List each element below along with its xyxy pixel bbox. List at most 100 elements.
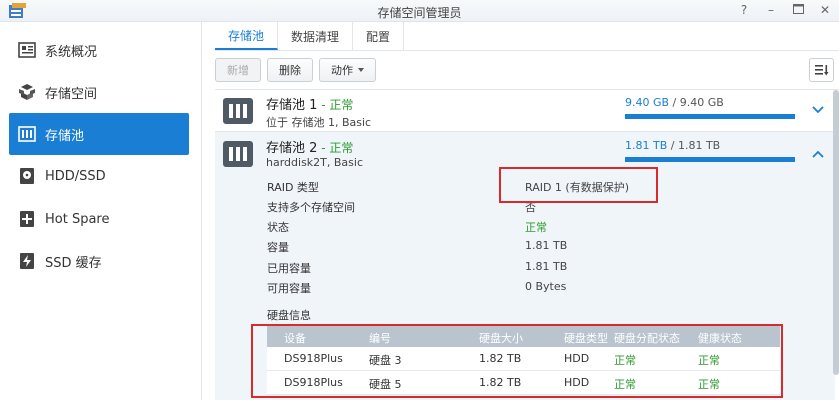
pool-capacity: 1.81 TB / 1.81 TB [625, 139, 720, 152]
prop-value-capacity: 1.81 TB [525, 239, 568, 252]
disk-table-header: 设备 编号 硬盘大小 硬盘类型 硬盘分配状态 健康状态 [267, 326, 780, 347]
pool-name: 存储池 2 [266, 141, 318, 156]
sidebar: 系统概况 存储空间 存储池 HDD/SSD Hot Spare SSD 缓存 [0, 22, 202, 400]
sidebar-item-hdd-ssd[interactable]: HDD/SSD [9, 155, 189, 197]
maximize-button[interactable] [791, 3, 805, 17]
action-label: 动作 [331, 64, 353, 77]
pool-status: 正常 [329, 98, 354, 112]
cell-health: 正常 [698, 354, 720, 367]
sidebar-item-label: 存储池 [45, 128, 85, 144]
pool-name: 存储池 1 [266, 98, 318, 113]
sidebar-item-label: Hot Spare [45, 211, 110, 227]
pool-used: 1.81 TB [625, 139, 668, 152]
col-header-device: 设备 [284, 332, 306, 345]
pool-separator: - [317, 141, 330, 155]
pool-total: 9.40 GB [679, 96, 724, 109]
pool-title: 存储池 1 - 正常 [266, 94, 353, 113]
hot-spare-icon [17, 209, 37, 229]
title-bar: 存储空间管理员 ? – ✕ [0, 0, 839, 22]
prop-value-used-capacity: 1.81 TB [525, 260, 568, 273]
sidebar-item-label: SSD 缓存 [45, 255, 102, 271]
col-header-health: 健康状态 [698, 332, 742, 345]
maximize-icon [792, 4, 804, 14]
cell-number: 硬盘 5 [369, 378, 402, 391]
cell-allocation: 正常 [614, 354, 636, 367]
pool-row-2[interactable]: 存储池 2 - 正常 harddisk2T, Basic 1.81 TB / 1… [215, 132, 825, 174]
sort-icon [814, 65, 828, 76]
ssd-cache-icon [17, 251, 37, 271]
storage-pool-icon [223, 141, 253, 167]
col-header-size: 硬盘大小 [479, 332, 523, 345]
table-row[interactable]: DS918Plus 硬盘 3 1.82 TB HDD 正常 正常 [267, 347, 780, 371]
cell-type: HDD [564, 376, 590, 389]
tab-bar: 存储池 数据清理 配置 [215, 22, 405, 50]
prop-label-multi-volume: 支持多个存储空间 [267, 201, 355, 214]
chevron-down-icon[interactable] [811, 103, 825, 117]
prop-label-capacity: 容量 [267, 241, 289, 254]
sidebar-item-ssd-cache[interactable]: SSD 缓存 [9, 240, 189, 282]
sidebar-item-storage[interactable]: 存储空间 [9, 71, 189, 113]
cell-device: DS918Plus [284, 352, 343, 365]
capacity-slash: / [667, 139, 678, 152]
pool-capacity: 9.40 GB / 9.40 GB [625, 96, 724, 109]
prop-value-free-capacity: 0 Bytes [525, 280, 567, 293]
window-title: 存储空间管理员 [377, 6, 462, 20]
cell-health: 正常 [698, 378, 720, 391]
cell-allocation: 正常 [614, 378, 636, 391]
tab-data-scrubbing[interactable]: 数据清理 [278, 22, 354, 50]
sidebar-item-label: HDD/SSD [45, 168, 106, 184]
cell-size: 1.82 TB [479, 352, 522, 365]
pool-subtitle: 位于 存储池 1, Basic [266, 116, 372, 129]
prop-label-raid-type: RAID 类型 [267, 181, 319, 194]
tab-divider [215, 50, 839, 51]
capacity-bar-fill [625, 114, 795, 119]
capacity-bar-fill [625, 157, 795, 162]
storage-pool-icon [17, 124, 37, 144]
prop-value-multi-volume: 否 [525, 201, 536, 214]
sidebar-item-hot-spare[interactable]: Hot Spare [9, 198, 189, 240]
sidebar-item-overview[interactable]: 系统概况 [9, 29, 189, 71]
prop-value-raid-type: RAID 1 (有数据保护) [525, 181, 630, 194]
chevron-up-icon[interactable] [811, 147, 825, 161]
capacity-bar [625, 114, 795, 119]
pool-status: 正常 [329, 141, 354, 155]
prop-label-status: 状态 [267, 221, 289, 234]
pool-subtitle: harddisk2T, Basic [266, 156, 363, 169]
overview-icon [17, 40, 37, 60]
pool-row-1[interactable]: 存储池 1 - 正常 位于 存储池 1, Basic 9.40 GB / 9.4… [215, 90, 825, 132]
toolbar: 新增 删除 动作 [215, 58, 376, 82]
new-button[interactable]: 新增 [215, 58, 261, 82]
hdd-icon [17, 166, 37, 186]
col-header-number: 编号 [369, 332, 391, 345]
sort-button[interactable] [809, 58, 834, 82]
sidebar-item-storage-pool[interactable]: 存储池 [9, 113, 189, 155]
prop-label-free-capacity: 可用容量 [267, 282, 311, 295]
pool-separator: - [317, 98, 330, 112]
sidebar-item-label: 存储空间 [45, 86, 98, 102]
action-dropdown[interactable]: 动作 [319, 58, 376, 82]
cell-number: 硬盘 3 [369, 354, 402, 367]
disk-info-title: 硬盘信息 [267, 309, 311, 322]
help-button[interactable]: ? [737, 3, 751, 17]
prop-label-used-capacity: 已用容量 [267, 262, 311, 275]
sidebar-item-label: 系统概况 [45, 44, 98, 60]
cell-size: 1.82 TB [479, 376, 522, 389]
minimize-button[interactable]: – [764, 3, 778, 17]
tab-storage-pool[interactable]: 存储池 [215, 22, 279, 50]
capacity-slash: / [669, 96, 680, 109]
prop-value-status: 正常 [525, 221, 547, 234]
disk-table: 设备 编号 硬盘大小 硬盘类型 硬盘分配状态 健康状态 DS918Plus 硬盘… [267, 326, 780, 395]
storage-icon [17, 82, 37, 102]
pool-title: 存储池 2 - 正常 [266, 137, 353, 156]
cell-device: DS918Plus [284, 376, 343, 389]
storage-pool-icon [223, 98, 253, 124]
vertical-scrollbar[interactable] [833, 90, 839, 375]
table-row[interactable]: DS918Plus 硬盘 5 1.82 TB HDD 正常 正常 [267, 371, 780, 395]
pool-total: 1.81 TB [677, 139, 721, 152]
tab-settings[interactable]: 配置 [353, 22, 405, 50]
capacity-bar [625, 157, 795, 162]
delete-button[interactable]: 删除 [267, 58, 313, 82]
pool-used: 9.40 GB [625, 96, 670, 109]
close-button[interactable]: ✕ [818, 3, 832, 17]
caret-down-icon [358, 68, 364, 72]
